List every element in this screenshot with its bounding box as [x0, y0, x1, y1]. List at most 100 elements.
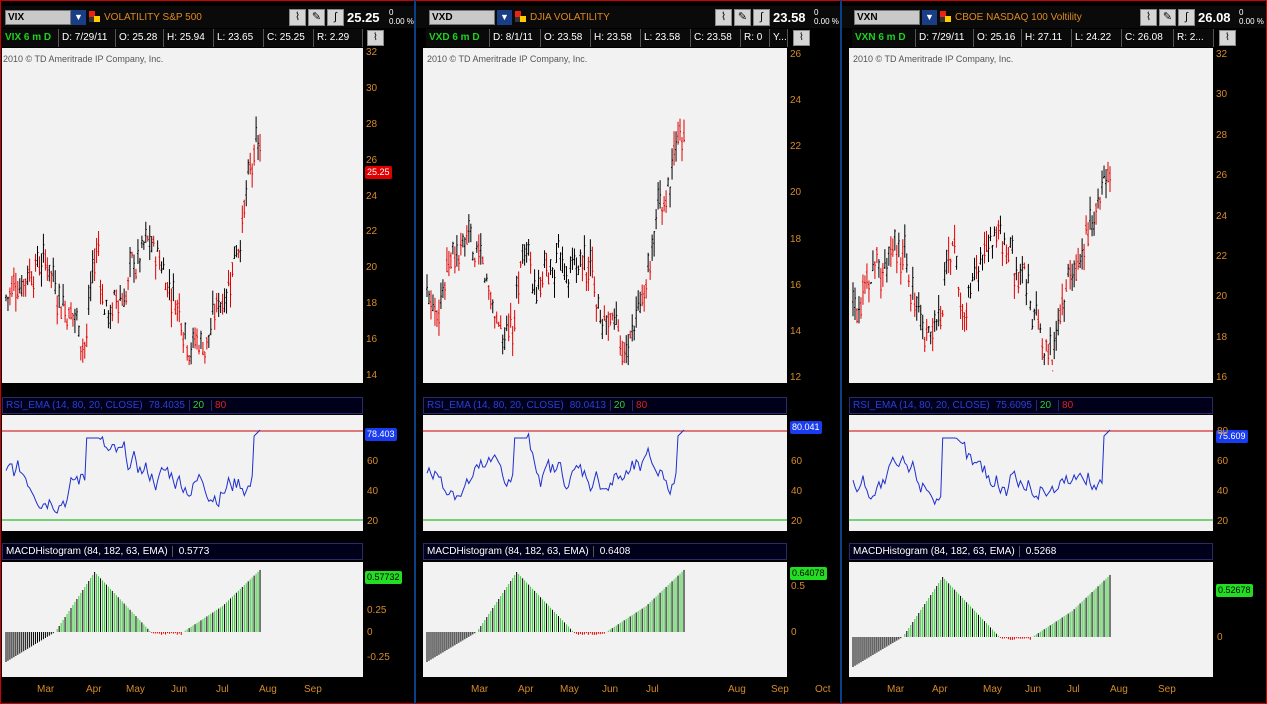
price-axis-tick: 32	[366, 47, 378, 58]
rsi-label: 78.403	[365, 428, 397, 441]
rsi-plot[interactable]	[423, 415, 787, 531]
symbol-description: VOLATILITY S&P 500	[104, 12, 202, 23]
price-axis-tick: 30	[1216, 89, 1228, 101]
rsi-study-header[interactable]: RSI_EMA (14, 80, 20, CLOSE) 75.6095 20 80	[849, 397, 1213, 414]
studies-icon[interactable]: ∫	[1178, 9, 1195, 26]
macd-histogram	[5, 569, 261, 662]
chart-style-icon[interactable]: ⌇	[715, 9, 732, 26]
rsi-line-chart	[2, 429, 363, 521]
macd-study-header[interactable]: MACDHistogram (84, 182, 63, EMA) 0.5773	[2, 543, 363, 560]
rsi-axis-tick: 40	[367, 486, 379, 497]
rsi-label: 80.041	[790, 421, 822, 434]
price-axis-tick: 20	[790, 187, 802, 199]
study-name: VXD 6 m D	[426, 29, 490, 47]
chevron-down-icon[interactable]: ▼	[497, 10, 512, 25]
rsi-axis-tick: 60	[791, 456, 803, 467]
linking-flag-icon[interactable]	[940, 11, 951, 23]
macd-plot[interactable]	[423, 562, 787, 677]
close-value: C: 25.25	[264, 29, 314, 47]
time-axis-label: Sep	[771, 684, 789, 695]
price-plot[interactable]: 2010 © TD Ameritrade IP Company, Inc.	[2, 48, 363, 383]
price-plot[interactable]: 2010 © TD Ameritrade IP Company, Inc.	[849, 48, 1213, 383]
candlestick-chart	[426, 118, 686, 366]
chart-pane-vxd: VXD ▼ DJIA VOLATILITY ⌇ ✎ ∫ 23.58 0 0.00 …	[416, 0, 840, 704]
symbol-field[interactable]: VXN	[854, 10, 920, 25]
drawing-pencil-icon[interactable]: ✎	[1159, 9, 1176, 26]
price-axis-tick: 18	[366, 298, 378, 310]
price-axis-tick: 16	[366, 334, 378, 346]
last-price: 26.08	[1198, 10, 1231, 25]
rsi-axis-tick: 60	[1217, 456, 1229, 467]
rsi-plot[interactable]	[849, 415, 1213, 531]
last-price: 23.58	[773, 10, 806, 25]
range-value: R: 0	[741, 29, 770, 47]
price-axis-tick: 24	[1216, 210, 1228, 222]
pane-header: VXN ▼ CBOE NASDAQ 100 Voltility ⌇ ✎ ∫ 26…	[842, 6, 1266, 28]
study-name: VXN 6 m D	[852, 29, 916, 47]
time-axis-label: Jun	[171, 684, 188, 695]
price-axis-tick: 26	[366, 154, 378, 166]
rsi-study-header[interactable]: RSI_EMA (14, 80, 20, CLOSE) 78.4035 20 80	[2, 397, 363, 414]
price-axis-tick: 28	[366, 118, 378, 130]
price-axis-tick: 22	[366, 226, 378, 238]
time-axis-label: Jul	[1067, 684, 1080, 695]
macd-study-header[interactable]: MACDHistogram (84, 182, 63, EMA) 0.6408	[423, 543, 787, 560]
open-value: O: 25.16	[974, 29, 1022, 47]
chevron-down-icon[interactable]: ▼	[71, 10, 86, 25]
rsi-axis-tick: 80	[1217, 426, 1229, 437]
macd-histogram	[852, 574, 1111, 667]
rsi-study-header[interactable]: RSI_EMA (14, 80, 20, CLOSE) 80.0413 20 80	[423, 397, 787, 414]
price-axis-tick: 24	[366, 190, 378, 202]
drawing-pencil-icon[interactable]: ✎	[734, 9, 751, 26]
quote-info-bar: VXD 6 m D D: 8/1/11 O: 23.58 H: 23.58 L:…	[426, 29, 788, 47]
price-axis-tick: 14	[790, 325, 802, 337]
symbol-field[interactable]: VXD	[429, 10, 495, 25]
study-name: VIX 6 m D	[2, 29, 59, 47]
rsi-plot[interactable]	[2, 415, 363, 531]
time-axis-label: Mar	[37, 684, 55, 695]
macd-axis-tick: 0.5	[791, 581, 805, 592]
chevron-down-icon[interactable]: ▼	[922, 10, 937, 25]
macd-plot[interactable]	[849, 562, 1213, 677]
macd-axis-tick: 0	[791, 627, 797, 638]
candlestick-chart	[5, 116, 262, 366]
study-settings-icon[interactable]: ⌇	[793, 30, 810, 46]
macd-study-header[interactable]: MACDHistogram (84, 182, 63, EMA) 0.5268	[849, 543, 1213, 560]
close-value: C: 26.08	[1122, 29, 1174, 47]
drawing-pencil-icon[interactable]: ✎	[308, 9, 325, 26]
symbol-description: DJIA VOLATILITY	[530, 12, 610, 23]
pane-header: VXD ▼ DJIA VOLATILITY ⌇ ✎ ∫ 23.58 0 0.00 …	[416, 6, 840, 28]
chart-style-icon[interactable]: ⌇	[1140, 9, 1157, 26]
studies-icon[interactable]: ∫	[753, 9, 770, 26]
time-axis-label: Aug	[1110, 684, 1128, 695]
study-settings-icon[interactable]: ⌇	[1219, 30, 1236, 46]
last-price: 25.25	[347, 10, 380, 25]
price-plot[interactable]: 2010 © TD Ameritrade IP Company, Inc.	[423, 48, 787, 383]
price-axis-tick: 20	[366, 262, 378, 274]
time-axis-label: Aug	[259, 684, 277, 695]
quote-info-bar: VIX 6 m D D: 7/29/11 O: 25.28 H: 25.94 L…	[2, 29, 363, 47]
price-axis-tick: 12	[790, 372, 802, 383]
macd-label: 0.57732	[365, 571, 402, 584]
macd-plot[interactable]	[2, 562, 363, 677]
rsi-line-chart	[849, 429, 1213, 521]
price-axis-tick: 26	[1216, 170, 1228, 182]
rsi-axis-tick: 20	[791, 516, 803, 527]
quote-info-bar: VXN 6 m D D: 7/29/11 O: 25.16 H: 27.11 L…	[852, 29, 1214, 47]
open-value: O: 25.28	[116, 29, 164, 47]
time-axis-label: Apr	[86, 684, 102, 695]
linking-flag-icon[interactable]	[515, 11, 526, 23]
study-settings-icon[interactable]: ⌇	[367, 30, 384, 46]
linking-flag-icon[interactable]	[89, 11, 100, 23]
time-axis-label: Jun	[1025, 684, 1042, 695]
range-value: R: 2.29	[314, 29, 363, 47]
chart-pane-vix: VIX ▼ VOLATILITY S&P 500 ⌇ ✎ ∫ 25.25 0 0.…	[1, 0, 414, 704]
chart-style-icon[interactable]: ⌇	[289, 9, 306, 26]
pane-header: VIX ▼ VOLATILITY S&P 500 ⌇ ✎ ∫ 25.25 0 0.…	[1, 6, 414, 28]
symbol-field[interactable]: VIX	[5, 10, 71, 25]
price-axis-tick: 16	[1216, 372, 1228, 383]
studies-icon[interactable]: ∫	[327, 9, 344, 26]
symbol-description: CBOE NASDAQ 100 Voltility	[955, 12, 1082, 23]
macd-histogram	[426, 569, 685, 662]
price-axis-tick: 26	[790, 49, 802, 60]
